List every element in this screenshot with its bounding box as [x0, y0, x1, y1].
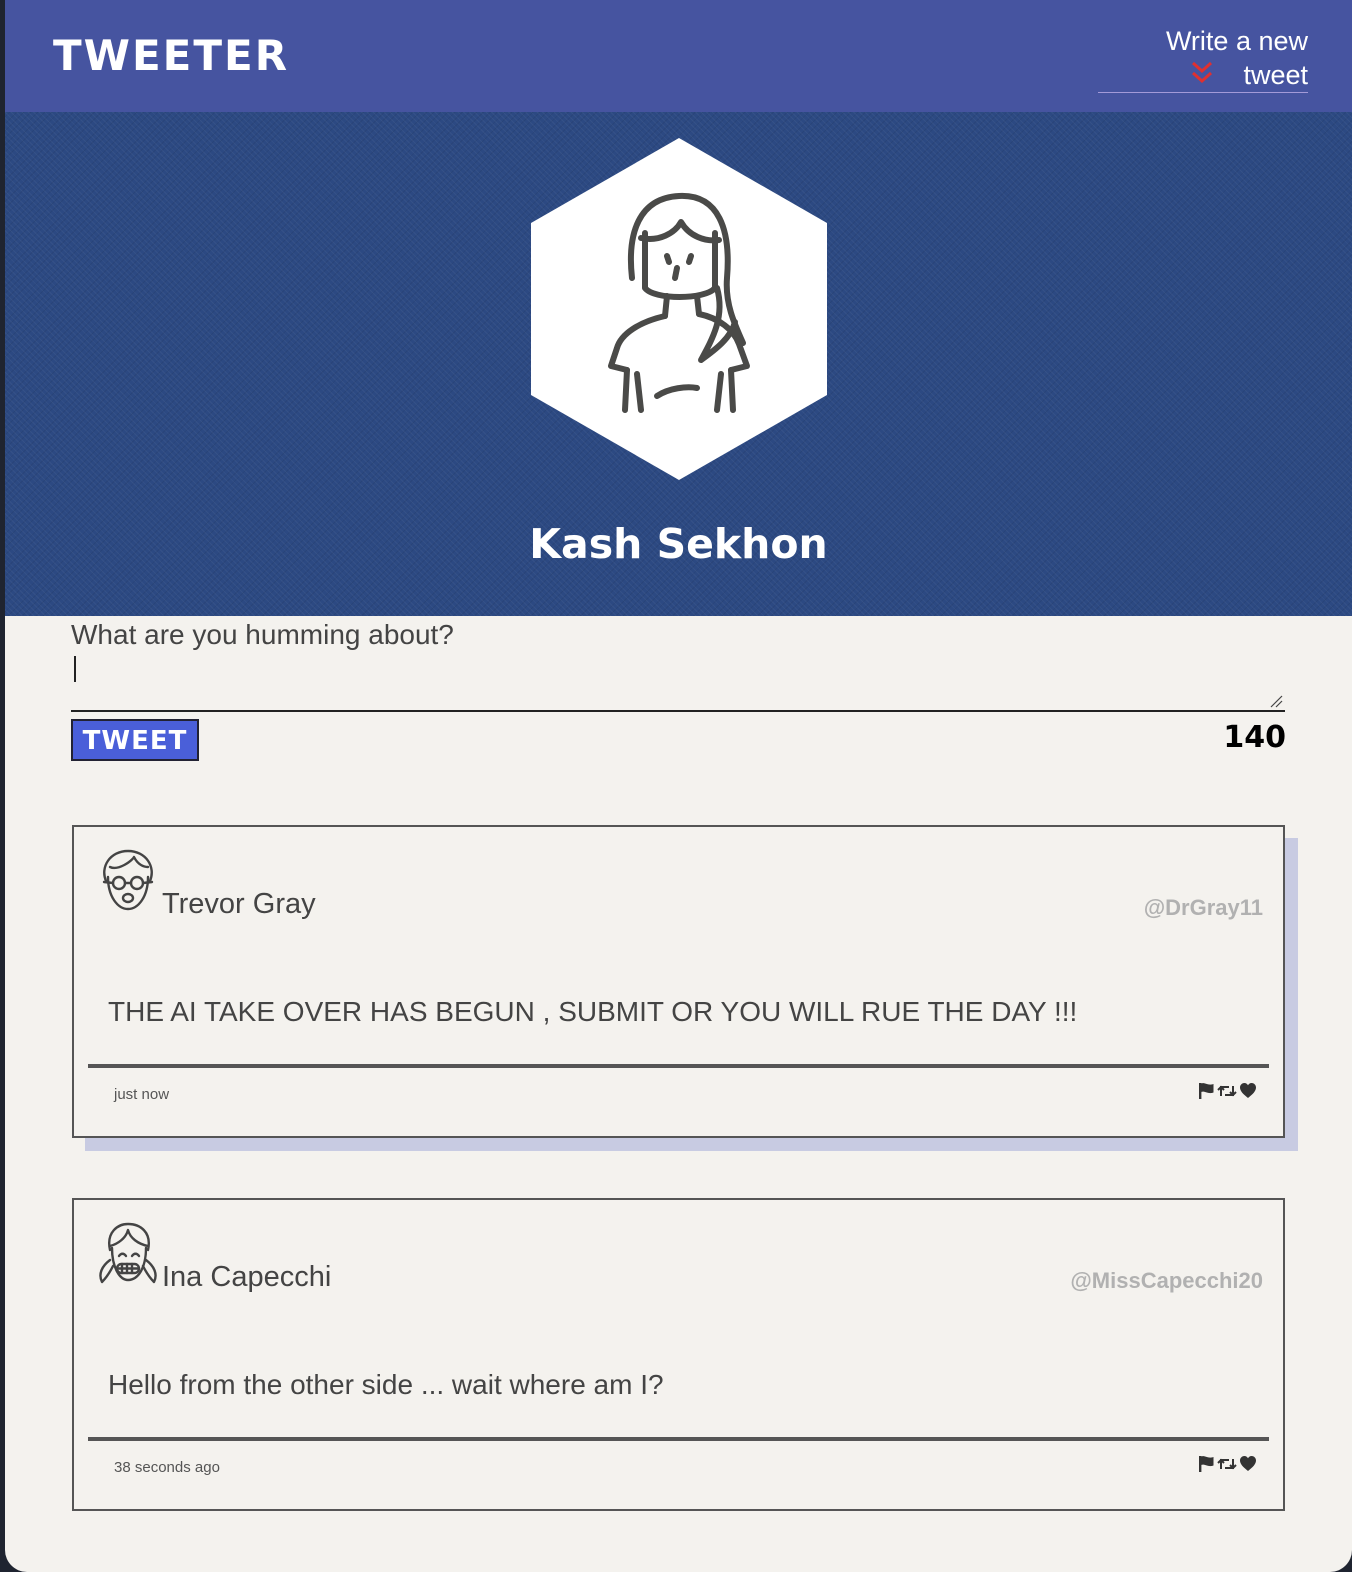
woman-avatar-icon: [531, 138, 827, 480]
profile-header: Kash Sekhon: [5, 112, 1352, 616]
retweet-icon[interactable]: [1217, 1455, 1237, 1473]
tweet-textarea[interactable]: [71, 652, 1285, 712]
top-nav: TWEETER Write a new tweet: [5, 0, 1352, 112]
flag-icon[interactable]: [1198, 1082, 1215, 1100]
tweet-author-name: Ina Capecchi: [162, 1261, 332, 1293]
tweet-author-name: Trevor Gray: [162, 888, 316, 920]
brand-logo[interactable]: TWEETER: [53, 30, 289, 82]
composer-prompt: What are you humming about?: [71, 619, 454, 650]
char-counter: 140: [1223, 720, 1286, 755]
tweet-content: THE AI TAKE OVER HAS BEGUN , SUBMIT OR Y…: [108, 996, 1078, 1027]
flag-icon[interactable]: [1198, 1455, 1215, 1473]
tweet-timestamp: just now: [114, 1086, 170, 1103]
retweet-icon[interactable]: [1217, 1082, 1237, 1100]
double-chevron-down-icon[interactable]: [1190, 60, 1214, 86]
tweet-divider: [88, 1064, 1269, 1068]
heart-icon[interactable]: [1239, 1082, 1257, 1100]
tweet-author-handle: @MissCapecchi20: [1070, 1268, 1263, 1293]
tweet-content: Hello from the other side ... wait where…: [108, 1369, 664, 1400]
man-with-glasses-avatar-icon: [102, 849, 154, 911]
text-caret: [74, 656, 76, 682]
resize-handle-icon[interactable]: [1269, 694, 1283, 708]
tweet-divider: [88, 1437, 1269, 1441]
tweet-card[interactable]: Trevor Gray @DrGray11 THE AI TAKE OVER H…: [72, 825, 1285, 1138]
tweet-submit-button[interactable]: TWEET: [71, 719, 199, 761]
tweet-actions: [1198, 1082, 1257, 1100]
tweet-timestamp: 38 seconds ago: [114, 1459, 220, 1476]
heart-icon[interactable]: [1239, 1455, 1257, 1473]
app-frame: TWEETER Write a new tweet Kash Sekhon Wh…: [5, 0, 1352, 1572]
tweet-author-handle: @DrGray11: [1143, 895, 1263, 920]
profile-name: Kash Sekhon: [529, 520, 828, 568]
tweet-card[interactable]: Ina Capecchi @MissCapecchi20 Hello from …: [72, 1198, 1285, 1511]
tweet-actions: [1198, 1455, 1257, 1473]
girl-with-pigtails-avatar-icon: [99, 1222, 157, 1284]
